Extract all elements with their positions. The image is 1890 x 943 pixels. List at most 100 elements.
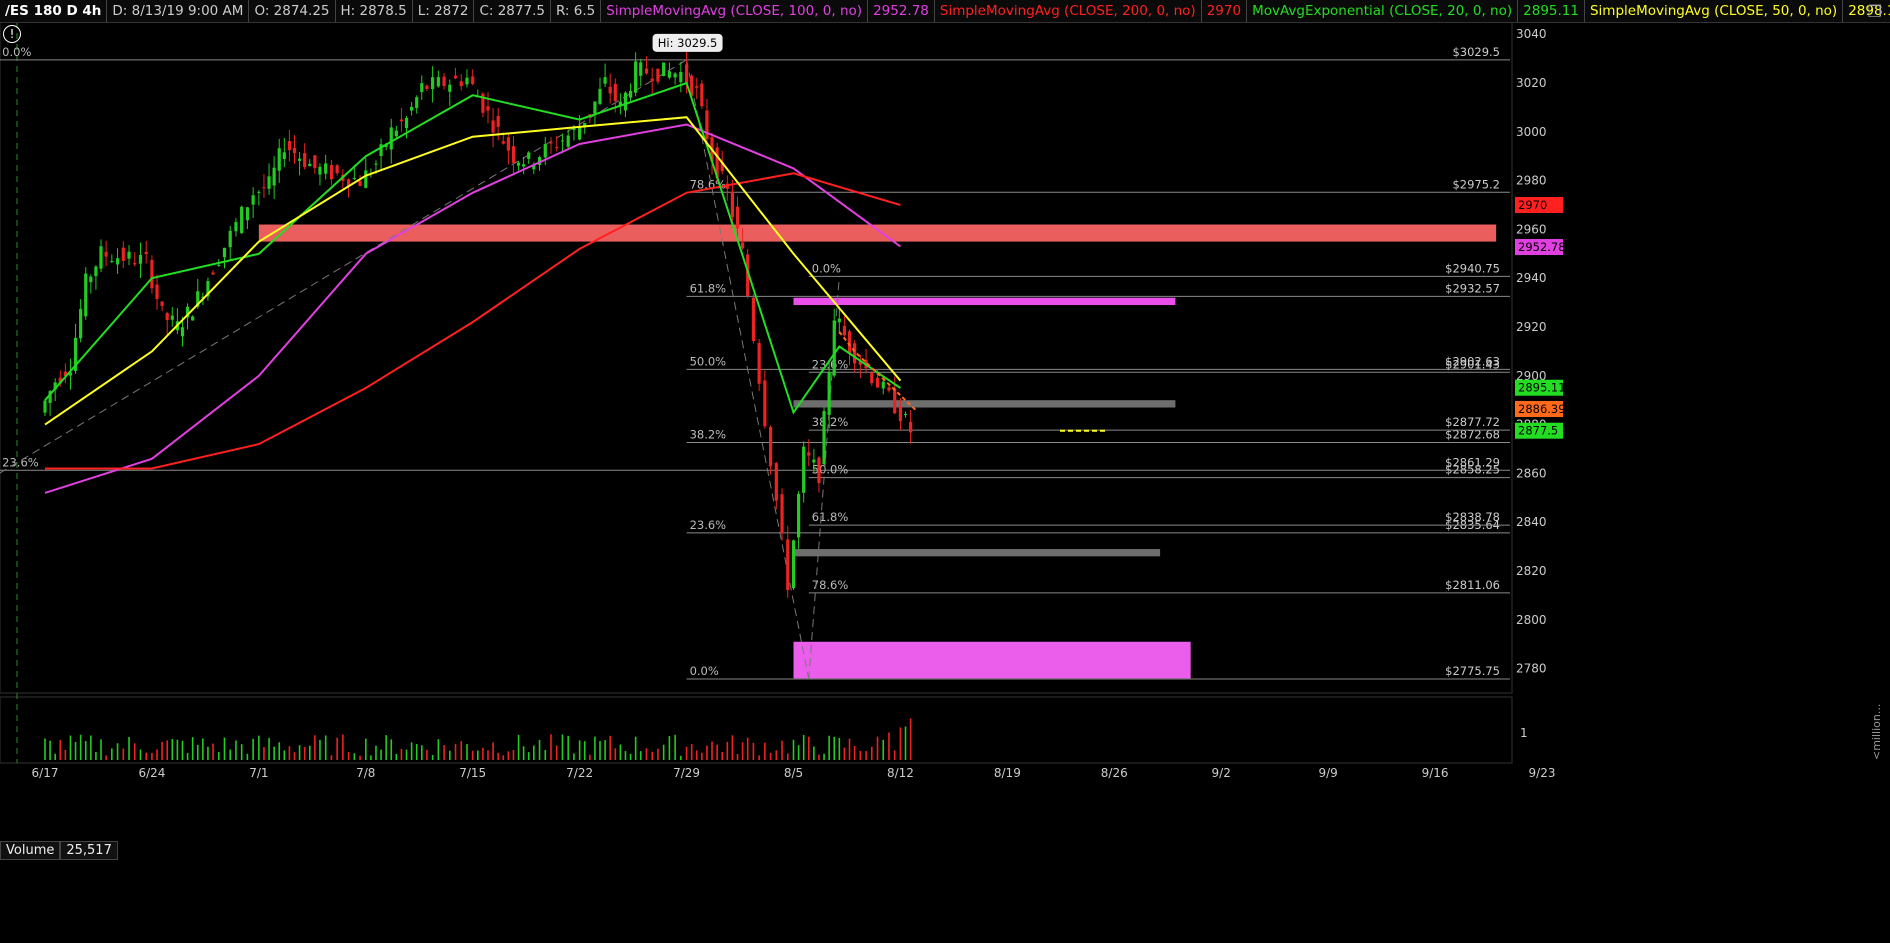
study-label-3[interactable]: SimpleMovingAvg (CLOSE, 50, 0, no) <box>1585 0 1844 22</box>
price-chart[interactable]: 2780280028202840286028802900292029402960… <box>0 0 1890 943</box>
fib-level-label: 23.6% <box>690 518 727 532</box>
y-tick-label: 2980 <box>1516 174 1547 188</box>
candle-body <box>543 143 547 158</box>
candle-body <box>217 264 221 266</box>
volume-title: Volume <box>0 841 61 860</box>
candle-body <box>313 155 317 169</box>
candle-body <box>603 77 607 84</box>
y-tick-label: 3040 <box>1516 27 1547 41</box>
x-tick-label: 7/15 <box>459 766 486 780</box>
candle-body <box>881 381 885 389</box>
candle-body <box>566 135 570 147</box>
candle-body <box>297 158 302 161</box>
candle-body <box>144 251 148 255</box>
price-badge-label: 2895.11 <box>1518 381 1566 395</box>
fib-price-label: $2932.57 <box>1445 281 1500 295</box>
fib-price-label: $2877.72 <box>1445 415 1500 429</box>
candle-body <box>695 86 699 88</box>
x-tick-label: 9/2 <box>1212 766 1231 780</box>
volume-label: Volume 25,517 <box>0 841 118 860</box>
candle-body <box>751 297 756 342</box>
candle-body <box>240 206 244 234</box>
candle-body <box>420 83 424 93</box>
candle-body <box>425 85 429 89</box>
candle-body <box>251 195 255 205</box>
study-list: SimpleMovingAvg (CLOSE, 100, 0, no) 2952.… <box>601 0 1890 22</box>
candle-body <box>593 101 597 114</box>
x-tick-label: 8/5 <box>784 766 803 780</box>
candle-body <box>735 206 740 229</box>
candle-body <box>410 106 414 111</box>
candle-body <box>491 120 495 133</box>
x-tick-label: 9/16 <box>1422 766 1449 780</box>
candle-body <box>436 77 440 87</box>
candle-body <box>555 147 559 149</box>
y-tick-label: 2800 <box>1516 613 1547 627</box>
candle-body <box>222 247 227 258</box>
candle-body <box>486 106 490 111</box>
candle-body <box>335 165 339 174</box>
candle-body <box>303 153 307 168</box>
fib-level-label: 61.8% <box>690 281 727 295</box>
info-icon[interactable]: ! <box>3 25 21 43</box>
fib-level-label: 78.6% <box>812 578 849 592</box>
fib-price-label: $2775.75 <box>1445 664 1500 678</box>
fib-level-label: 61.8% <box>812 510 849 524</box>
candle-body <box>516 162 521 166</box>
bar-open: O: 2874.25 <box>249 0 336 22</box>
candle-body <box>786 539 790 591</box>
x-tick-label: 7/22 <box>566 766 593 780</box>
candle-body <box>847 331 852 354</box>
candle-body <box>501 141 505 144</box>
candle-body <box>700 83 704 107</box>
candle-body <box>679 71 683 83</box>
study-value-0: 2952.78 <box>868 0 935 22</box>
candle-body <box>79 308 83 339</box>
candle-body <box>84 273 88 317</box>
candle-body <box>887 387 891 391</box>
fib-level-label: 0.0% <box>690 664 719 678</box>
fib-price-label: $2975.2 <box>1452 177 1500 191</box>
symbol-label[interactable]: /ES 180 D 4h <box>0 0 108 22</box>
candle-body <box>465 77 469 85</box>
candle-body <box>740 242 745 249</box>
candle-body <box>909 421 913 433</box>
candle-body <box>160 301 164 306</box>
bar-close: C: 2877.5 <box>474 0 551 22</box>
candle-body <box>133 262 137 265</box>
candle-body <box>282 152 286 159</box>
candle-body <box>662 62 666 77</box>
x-tick-label: 7/29 <box>673 766 700 780</box>
bar-range: R: 6.5 <box>551 0 602 22</box>
zone-4 <box>793 641 1191 679</box>
study-label-0[interactable]: SimpleMovingAvg (CLOSE, 100, 0, no) <box>601 0 869 22</box>
volume-axis-label: <million... <box>1870 704 1883 760</box>
candle-body <box>267 176 271 189</box>
zone-3 <box>793 549 1161 557</box>
study-label-1[interactable]: SimpleMovingAvg (CLOSE, 200, 0, no) <box>935 0 1202 22</box>
candle-body <box>774 463 778 501</box>
candle-body <box>560 140 565 142</box>
x-tick-label: 6/17 <box>32 766 59 780</box>
x-tick-label: 8/26 <box>1101 766 1128 780</box>
candle-body <box>802 446 806 493</box>
candle-body <box>453 75 458 79</box>
candle-body <box>43 400 47 413</box>
candle-body <box>837 318 841 323</box>
y-tick-label: 2960 <box>1516 222 1547 236</box>
x-tick-label: 7/1 <box>249 766 268 780</box>
study-label-2[interactable]: MovAvgExponential (CLOSE, 20, 0, no) <box>1247 0 1519 22</box>
candle-body <box>389 127 393 150</box>
window-restore-icon[interactable]: ❐ <box>1868 2 1882 21</box>
price-badge-label: 2970 <box>1518 198 1547 212</box>
fib-price-label: $2901.43 <box>1445 357 1500 371</box>
fib-level-label: 23.6% <box>2 455 39 469</box>
candle-body <box>796 493 801 538</box>
study-value-2: 2895.11 <box>1518 0 1585 22</box>
candle-body <box>549 142 553 144</box>
candle-body <box>870 372 874 384</box>
candle-body <box>527 152 531 159</box>
volume-tick-label: 1 <box>1520 726 1528 740</box>
candle-body <box>634 61 638 93</box>
fib-level-label: 50.0% <box>812 463 849 477</box>
